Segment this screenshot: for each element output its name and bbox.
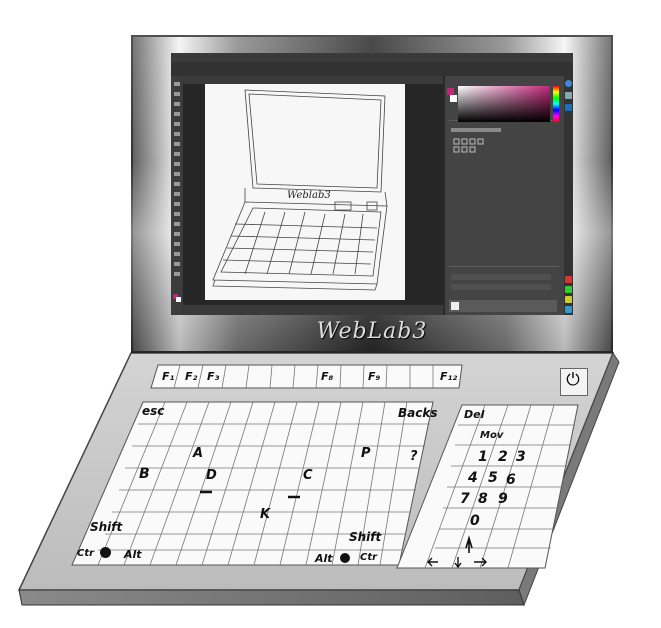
tray-icon-3[interactable]: [565, 296, 572, 303]
key-num-6[interactable]: 6: [506, 472, 516, 488]
laptop-illustration: F₁ F₂ F₃ F₈ F₉ F₁₂ esc Backs A P B D C K…: [0, 0, 661, 628]
editor-menu-bar[interactable]: [171, 53, 573, 62]
power-icon[interactable]: ⏻: [563, 370, 583, 390]
function-row-strip: [150, 364, 463, 389]
hue-slider[interactable]: [553, 86, 559, 122]
key-windows-right-icon[interactable]: [340, 553, 350, 563]
key-p[interactable]: P: [361, 446, 371, 461]
tray-icon-1[interactable]: [565, 276, 572, 283]
key-num-5[interactable]: 5: [488, 470, 498, 486]
key-alt-left[interactable]: Alt: [124, 548, 142, 561]
key-del[interactable]: Del: [464, 408, 484, 421]
key-a[interactable]: A: [193, 446, 203, 461]
key-num-9[interactable]: 9: [498, 491, 508, 507]
foreground-swatch[interactable]: [447, 88, 454, 95]
key-num-4[interactable]: 4: [468, 470, 478, 486]
key-windows-left-icon[interactable]: [100, 547, 111, 558]
key-alt-right[interactable]: Alt: [315, 552, 333, 565]
document-tab[interactable]: [183, 76, 443, 84]
key-f9[interactable]: F₉: [368, 370, 380, 383]
background-swatch[interactable]: [450, 95, 457, 102]
key-f8[interactable]: F₈: [321, 370, 333, 383]
photoshop-icon[interactable]: [565, 104, 572, 111]
key-question[interactable]: ?: [410, 449, 418, 464]
laptop-lid: Weblab3 WebLab3: [131, 35, 613, 353]
brand-logo: WebLab3: [316, 319, 428, 344]
layer-row[interactable]: [449, 300, 557, 312]
toolbox-icons[interactable]: [171, 76, 183, 315]
key-ctrl-right[interactable]: Ctr: [360, 552, 377, 563]
key-shift-left[interactable]: Shift: [90, 520, 122, 534]
key-esc[interactable]: esc: [142, 404, 164, 418]
taskbar-sidebar[interactable]: [564, 76, 573, 315]
key-num-2[interactable]: 2: [498, 449, 508, 465]
layers-divider: [449, 266, 559, 267]
editor-toolbox[interactable]: [171, 76, 183, 315]
tray-icon-2[interactable]: [565, 286, 572, 293]
globe-icon[interactable]: [565, 80, 572, 87]
key-c[interactable]: C: [303, 468, 313, 483]
document-canvas[interactable]: Weblab3: [205, 84, 405, 300]
key-num-0[interactable]: 0: [470, 513, 480, 529]
app-icon[interactable]: [565, 92, 572, 99]
editor-status-bar: [183, 305, 443, 315]
key-f2[interactable]: F₂: [185, 370, 197, 383]
key-num-3[interactable]: 3: [516, 449, 526, 465]
laptop-screen: Weblab3: [171, 53, 573, 315]
key-f1[interactable]: F₁: [162, 370, 174, 383]
key-f12[interactable]: F₁₂: [440, 370, 457, 383]
base-front-edge: [18, 589, 525, 606]
key-num-7[interactable]: 7: [460, 491, 470, 507]
adjustment-icons[interactable]: [453, 138, 493, 154]
panel-tab-row[interactable]: [451, 128, 501, 132]
color-picker-field[interactable]: [458, 86, 550, 122]
layers-blend-bar[interactable]: [451, 284, 551, 290]
key-d[interactable]: D: [206, 468, 217, 483]
key-mov[interactable]: Mov: [480, 430, 503, 441]
layer-thumbnail[interactable]: [451, 302, 459, 310]
editor-options-bar[interactable]: [171, 62, 573, 77]
key-b[interactable]: B: [139, 466, 150, 482]
key-num-1[interactable]: 1: [478, 449, 488, 465]
key-num-8[interactable]: 8: [478, 491, 488, 507]
key-ctrl-left[interactable]: Ctr: [77, 548, 94, 559]
key-shift-right[interactable]: Shift: [349, 530, 381, 544]
key-f3[interactable]: F₃: [207, 370, 219, 383]
key-k[interactable]: K: [260, 507, 270, 522]
tray-icon-4[interactable]: [565, 306, 572, 313]
layers-filter-bar[interactable]: [451, 274, 551, 280]
key-backspace[interactable]: Backs: [398, 406, 437, 420]
sketch-label: Weblab3: [287, 190, 331, 201]
